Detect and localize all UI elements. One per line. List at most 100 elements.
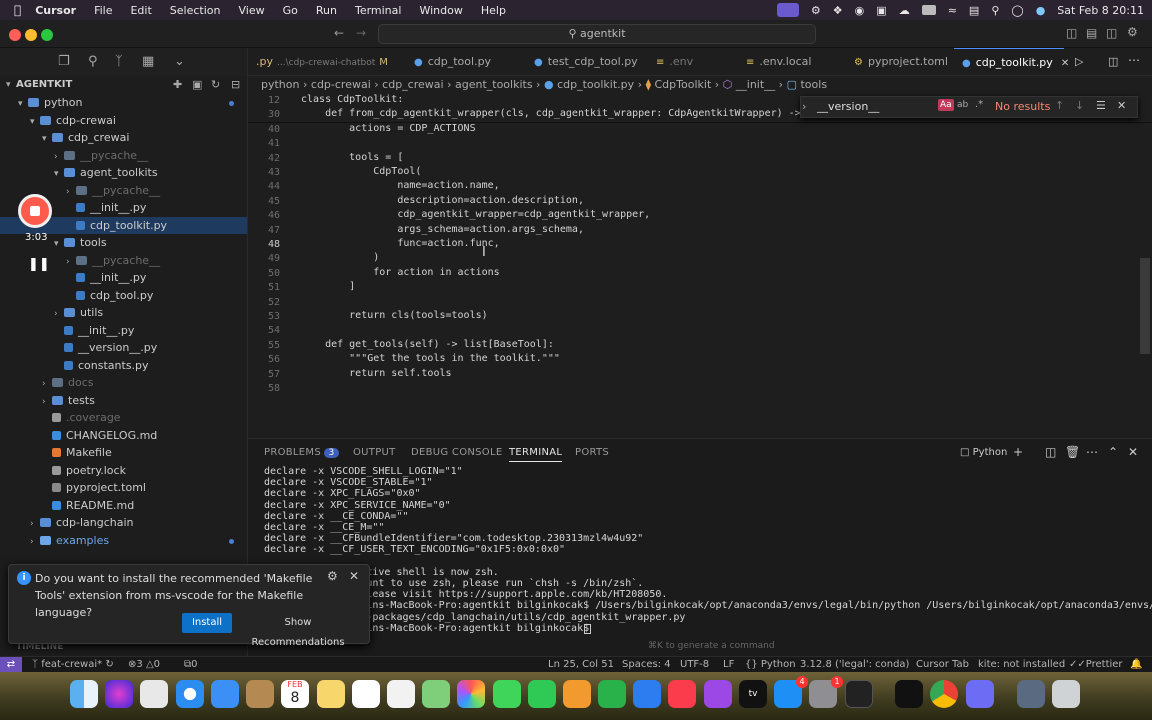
command-center-search[interactable]: ⚲ agentkit xyxy=(378,24,816,44)
close-icon[interactable]: ✕ xyxy=(1117,99,1126,112)
tree-folder[interactable]: ▾ python xyxy=(0,94,247,112)
tree-file[interactable]: README.md xyxy=(0,497,247,515)
breadcrumb-item[interactable]: tools xyxy=(800,78,827,91)
breadcrumb-item[interactable]: cdp_toolkit.py xyxy=(557,78,634,91)
notifications-bell-icon[interactable]: 🔔 xyxy=(1130,657,1142,672)
show-recommendations-button[interactable]: Show Recommendations xyxy=(242,613,354,648)
tree-file[interactable]: .coverage xyxy=(0,409,247,427)
editor-scrollbar[interactable] xyxy=(1140,258,1150,354)
indentation[interactable]: Spaces: 4 xyxy=(622,657,671,672)
install-button[interactable]: Install xyxy=(182,613,232,633)
cloud-status-icon[interactable]: ☁ xyxy=(899,4,910,17)
chrome-icon[interactable] xyxy=(930,680,958,708)
tree-folder[interactable]: ▾ cdp-crewai xyxy=(0,112,247,130)
calendar-icon[interactable]: FEB 8 xyxy=(281,680,309,708)
tab-terminal[interactable]: TERMINAL xyxy=(509,447,563,462)
editor-tab[interactable]: ≡ .env xyxy=(648,48,726,75)
menu-view[interactable]: View xyxy=(239,4,265,17)
whole-word-icon[interactable]: ab xyxy=(957,100,968,110)
end-of-line[interactable]: LF xyxy=(723,657,734,672)
zoom-window-button[interactable] xyxy=(41,29,53,41)
code-line[interactable]: return cls(tools=tools) xyxy=(301,310,487,321)
chevron-down-icon[interactable]: ▾ xyxy=(6,80,16,90)
music-icon[interactable] xyxy=(668,680,696,708)
tree-folder[interactable]: › __pycache__ xyxy=(0,147,247,165)
breadcrumb-item[interactable]: python xyxy=(261,78,299,91)
problems-status[interactable]: ⊗3 △0 xyxy=(128,657,160,672)
new-file-icon[interactable]: ✚ xyxy=(173,78,182,91)
code-line[interactable]: description=action.description, xyxy=(301,195,584,206)
code-line[interactable]: name=action.name, xyxy=(301,180,499,191)
code-line[interactable]: def get_tools(self) -> list[BaseTool]: xyxy=(301,339,554,350)
reminders-icon[interactable] xyxy=(387,680,415,708)
keynote-icon[interactable] xyxy=(633,680,661,708)
display-status-icon[interactable]: ▣ xyxy=(876,4,886,17)
close-panel-icon[interactable]: ✕ xyxy=(1128,445,1138,459)
user-switch-icon[interactable]: ◯ xyxy=(1011,4,1023,17)
back-arrow-icon[interactable]: ← xyxy=(334,26,344,40)
wifi-icon[interactable]: ≈ xyxy=(948,4,957,17)
menu-run[interactable]: Run xyxy=(316,4,337,17)
editor-tab[interactable]: ● cdp_tool.py xyxy=(406,48,510,75)
tree-file[interactable]: Makefile xyxy=(0,444,247,462)
editor-tab[interactable]: ●.py...\cdp-crewai-chatbotM xyxy=(248,48,396,75)
extension-status-icon[interactable]: ❖ xyxy=(833,4,843,17)
cursor-position[interactable]: Ln 25, Col 51 xyxy=(548,657,614,672)
menu-terminal[interactable]: Terminal xyxy=(355,4,402,17)
launchpad-icon[interactable] xyxy=(140,680,168,708)
gear-status-icon[interactable]: ⚙ xyxy=(811,4,821,17)
cursor-tab-status[interactable]: Cursor Tab xyxy=(916,657,969,672)
code-line[interactable]: ) xyxy=(301,252,379,263)
code-line[interactable]: CdpTool( xyxy=(301,166,421,177)
match-case-icon[interactable]: Aa xyxy=(938,99,954,111)
close-icon[interactable]: ✕ xyxy=(349,569,359,583)
find-input[interactable]: __version__ xyxy=(817,100,879,113)
code-line[interactable]: for action in actions xyxy=(301,267,499,278)
siri-app-icon[interactable] xyxy=(105,680,133,708)
next-match-icon[interactable]: ↓ xyxy=(1075,99,1084,112)
pause-recording-button[interactable]: ❚❚ xyxy=(28,257,50,272)
more-actions-icon[interactable]: ⋯ xyxy=(1086,445,1098,459)
maps-icon[interactable] xyxy=(422,680,450,708)
tree-file[interactable]: constants.py xyxy=(0,357,247,375)
stop-recording-button[interactable] xyxy=(18,194,52,228)
code-line[interactable]: ] xyxy=(301,281,355,292)
terminal-shell-selector[interactable]: □ Python xyxy=(960,447,1007,458)
close-window-button[interactable] xyxy=(9,29,21,41)
tab-output[interactable]: OUTPUT xyxy=(353,447,396,458)
apple-tv-icon[interactable]: tv xyxy=(739,680,767,708)
perplexity-icon[interactable] xyxy=(966,680,994,708)
code-line[interactable]: actions = CDP_ACTIONS xyxy=(301,123,475,134)
photos-icon[interactable] xyxy=(457,680,485,708)
vpn-status-icon[interactable]: ◉ xyxy=(855,4,865,17)
menu-help[interactable]: Help xyxy=(481,4,506,17)
siri-icon[interactable]: ● xyxy=(1036,4,1046,17)
prettier-status[interactable]: ✓✓Prettier xyxy=(1069,657,1123,672)
tree-folder[interactable]: › tests xyxy=(0,392,247,410)
split-terminal-icon[interactable]: ◫ xyxy=(1045,445,1056,459)
tree-file[interactable]: __version__.py xyxy=(0,339,247,357)
explorer-files-icon[interactable]: ❐ xyxy=(58,54,70,69)
notification-settings-icon[interactable]: ⚙ xyxy=(327,569,338,583)
code-line[interactable]: tools = [ xyxy=(301,152,403,163)
tab-problems[interactable]: PROBLEMS 3 xyxy=(264,447,339,458)
tree-folder[interactable]: ▾ cdp_crewai xyxy=(0,129,247,147)
numbers-icon[interactable] xyxy=(598,680,626,708)
battery-icon[interactable] xyxy=(921,5,936,15)
tree-folder[interactable]: ▾ agent_toolkits xyxy=(0,164,247,182)
more-actions-icon[interactable]: ⋯ xyxy=(1128,53,1140,67)
find-in-selection-icon[interactable]: ☰ xyxy=(1096,99,1106,112)
kill-terminal-icon[interactable]: 🗑 xyxy=(1065,445,1080,459)
safari-icon[interactable] xyxy=(176,680,204,708)
tree-file[interactable]: __init__.py xyxy=(0,322,247,340)
chevron-down-icon[interactable]: ⌄ xyxy=(174,54,185,69)
editor-tab[interactable]: ● cdp_toolkit.py ✕ xyxy=(954,48,1069,75)
settings-gear-icon[interactable]: ⚙ xyxy=(1127,25,1138,39)
tree-folder[interactable]: › docs xyxy=(0,374,247,392)
menu-window[interactable]: Window xyxy=(419,4,462,17)
contacts-icon[interactable] xyxy=(246,680,274,708)
code-editor[interactable]: 12 class CdpToolkit: 30 def from_cdp_agent… xyxy=(248,94,1152,438)
new-terminal-icon[interactable]: + xyxy=(1013,445,1023,459)
code-line[interactable]: return self.tools xyxy=(301,368,451,379)
notes-icon[interactable] xyxy=(317,680,345,708)
